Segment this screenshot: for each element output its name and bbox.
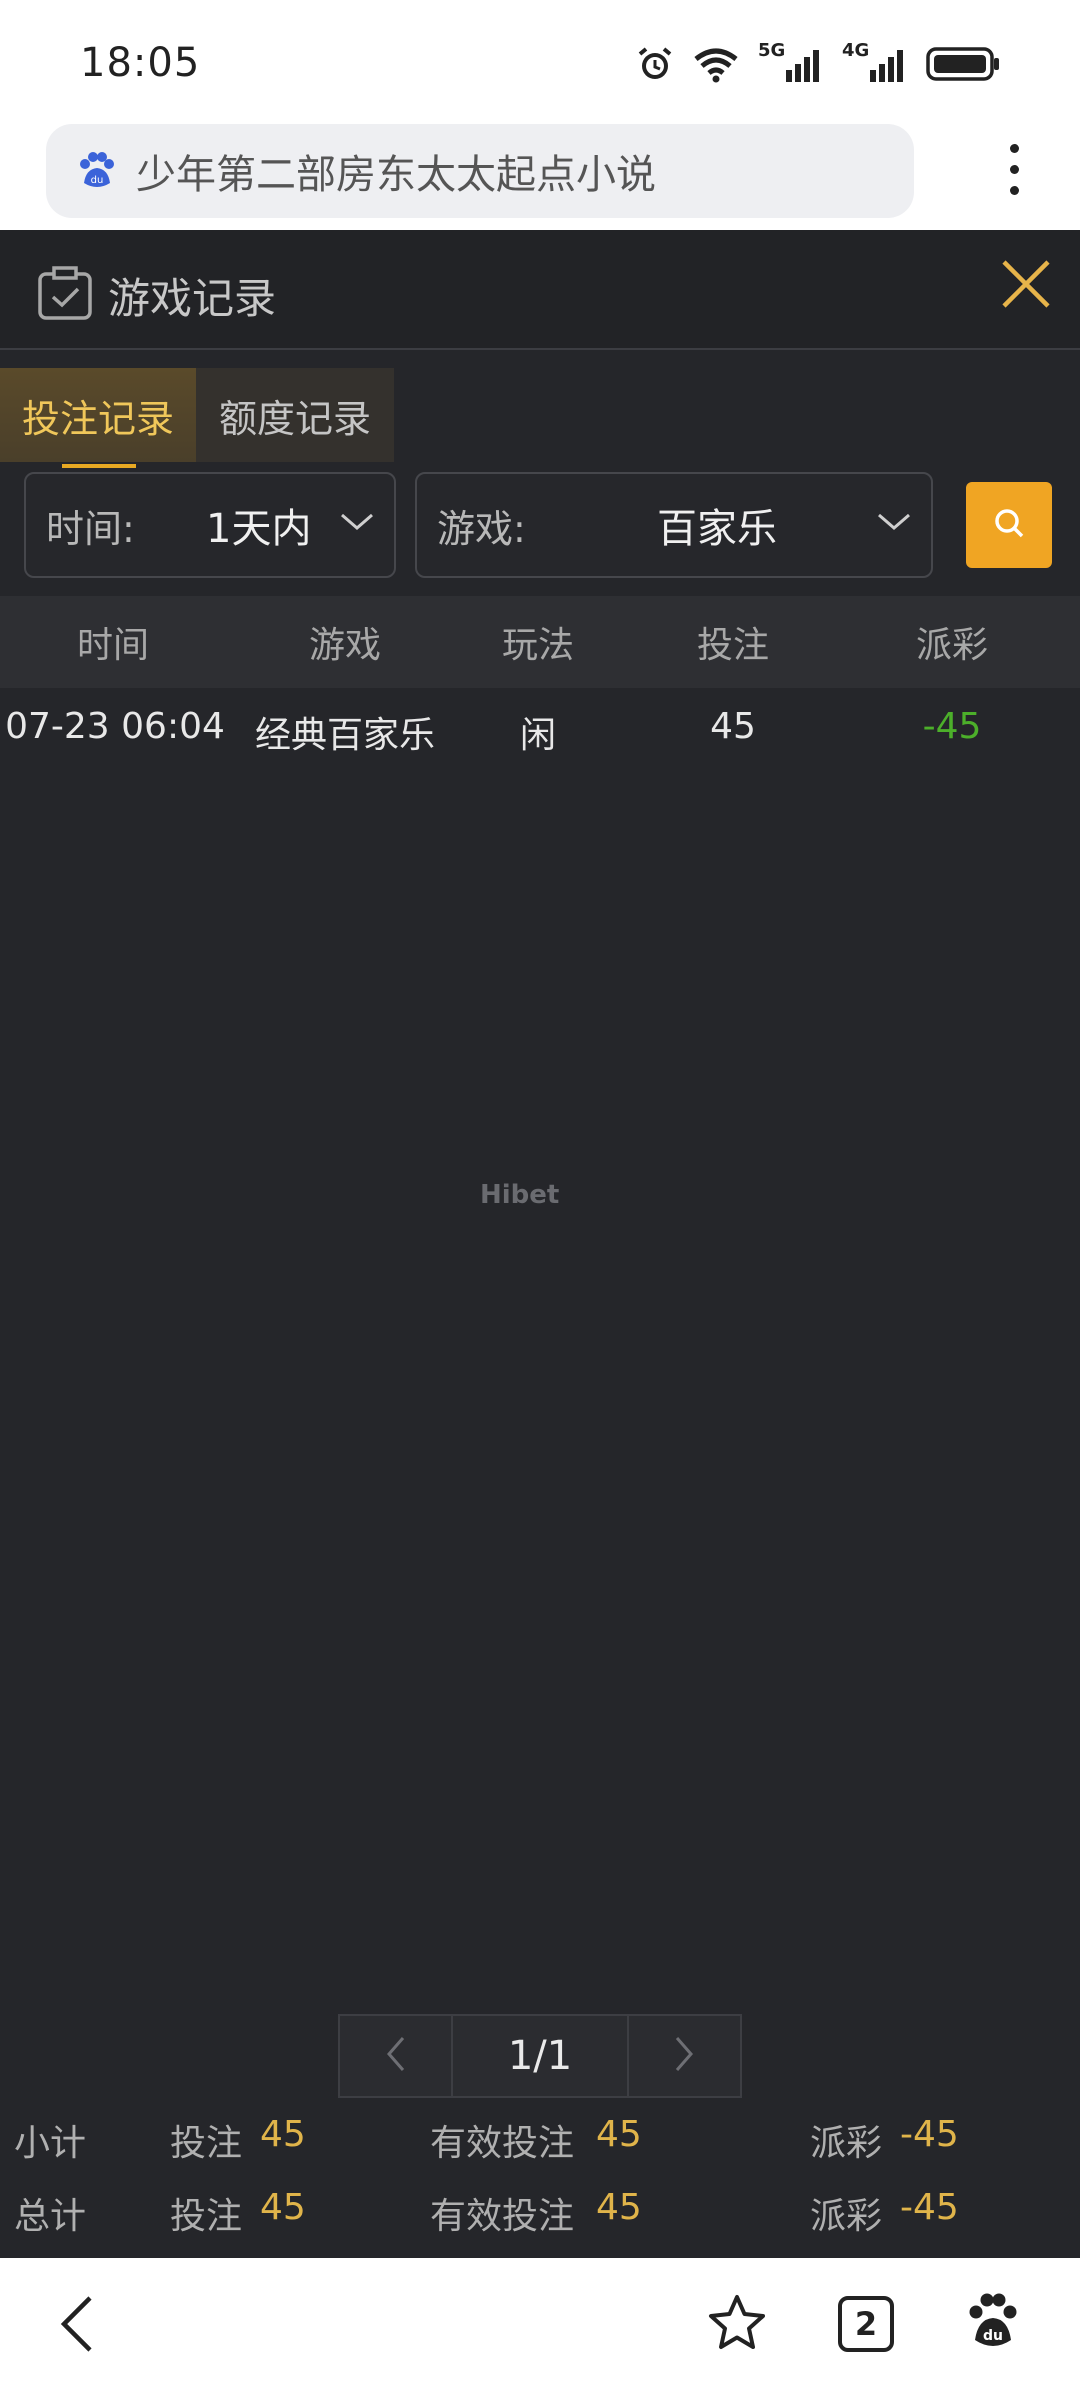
column-header-bet: 投注 <box>696 625 769 666</box>
battery-icon <box>926 46 1000 82</box>
total-label: 总计 <box>14 2196 87 2237</box>
chevron-down-icon <box>877 512 911 536</box>
total-valid-value: 45 <box>596 2187 642 2228</box>
total-valid-label: 有效投注 <box>430 2196 575 2237</box>
row-bet: 45 <box>710 706 756 747</box>
subtotal-row: 小计 投注 45 有效投注 45 派彩 -45 <box>0 2114 1080 2184</box>
time-range-select[interactable]: 时间: 1天内 <box>24 472 396 578</box>
prev-page-button[interactable] <box>338 2014 454 2098</box>
table-header: 时间 游戏 玩法 投注 派彩 <box>0 596 1080 688</box>
baidu-paw-icon[interactable]: du <box>966 2292 1020 2356</box>
total-row: 总计 投注 45 有效投注 45 派彩 -45 <box>0 2187 1080 2257</box>
tab-label: 额度记录 <box>218 396 371 441</box>
subtotal-payout-value: -45 <box>900 2114 959 2155</box>
status-icons: 5G 4G <box>636 40 1000 84</box>
more-vertical-icon[interactable] <box>1006 144 1022 204</box>
table-row[interactable]: 07-23 06:04 经典百家乐 闲 45 -45 <box>0 688 1080 770</box>
subtotal-valid-label: 有效投注 <box>430 2123 575 2164</box>
page-indicator: 1/1 <box>453 2014 627 2098</box>
subtotal-payout-label: 派彩 <box>810 2123 883 2164</box>
back-arrow-icon[interactable] <box>56 2292 100 2360</box>
total-bet-value: 45 <box>260 2187 306 2228</box>
tabs-count: 2 <box>854 2305 878 2343</box>
subtotal-bet-label: 投注 <box>170 2123 243 2164</box>
total-bet-label: 投注 <box>170 2196 243 2237</box>
close-icon[interactable] <box>994 252 1058 316</box>
time-filter-label: 时间: <box>46 506 135 551</box>
row-payout: -45 <box>922 706 982 747</box>
search-button[interactable] <box>966 482 1052 568</box>
active-tab-indicator <box>62 464 136 468</box>
filter-row: 时间: 1天内 游戏: 百家乐 <box>0 472 1080 580</box>
tab-bet-records[interactable]: 投注记录 <box>0 368 196 468</box>
signal-5g-icon: 5G <box>758 40 824 84</box>
chevron-down-icon <box>340 512 374 536</box>
alarm-icon <box>636 45 674 83</box>
panel-header: 游戏记录 <box>0 230 1080 350</box>
status-bar: 18:05 5G 4G <box>0 0 1080 118</box>
star-icon[interactable] <box>706 2292 768 2358</box>
baidu-paw-icon: du <box>76 151 116 191</box>
url-text: 少年第二部房东太太起点小说 <box>136 152 656 198</box>
wifi-icon <box>692 45 740 83</box>
panel-title-group: 游戏记录 <box>36 264 276 326</box>
signal-4g-icon: 4G <box>842 40 908 84</box>
column-header-play: 玩法 <box>501 625 574 666</box>
tabs-count-button[interactable]: 2 <box>838 2296 894 2352</box>
svg-text:du: du <box>983 2328 1003 2344</box>
chevron-right-icon <box>674 2036 694 2076</box>
browser-toolbar: du 少年第二部房东太太起点小说 <box>0 118 1080 230</box>
game-select[interactable]: 游戏: 百家乐 <box>415 472 933 578</box>
browser-bottom-nav: 2 du <box>0 2258 1080 2388</box>
subtotal-bet-value: 45 <box>260 2114 306 2155</box>
column-header-game: 游戏 <box>308 625 381 666</box>
record-tabs: 投注记录 额度记录 <box>0 368 394 468</box>
tab-label: 投注记录 <box>21 396 174 441</box>
next-page-button[interactable] <box>626 2014 742 2098</box>
svg-text:du: du <box>91 175 104 186</box>
row-play: 闲 <box>519 715 556 756</box>
chevron-left-icon <box>386 2036 406 2076</box>
total-payout-value: -45 <box>900 2187 959 2228</box>
total-payout-label: 派彩 <box>810 2196 883 2237</box>
subtotal-label: 小计 <box>14 2123 87 2164</box>
status-time: 18:05 <box>80 40 201 86</box>
game-filter-label: 游戏: <box>437 506 526 551</box>
tab-credit-records[interactable]: 额度记录 <box>196 368 394 462</box>
pagination: 1/1 <box>338 2014 742 2098</box>
search-icon <box>992 506 1026 544</box>
address-bar[interactable]: du 少年第二部房东太太起点小说 <box>46 124 914 218</box>
game-filter-value: 百家乐 <box>657 506 777 552</box>
row-game: 经典百家乐 <box>254 715 435 756</box>
time-filter-value: 1天内 <box>206 506 312 552</box>
column-header-payout: 派彩 <box>915 625 988 666</box>
row-time: 07-23 06:04 <box>5 706 225 747</box>
clipboard-check-icon <box>36 264 94 326</box>
column-header-time: 时间 <box>76 625 149 666</box>
subtotal-valid-value: 45 <box>596 2114 642 2155</box>
panel-title: 游戏记录 <box>108 273 277 323</box>
watermark-logo: Hibet <box>480 1180 560 1210</box>
